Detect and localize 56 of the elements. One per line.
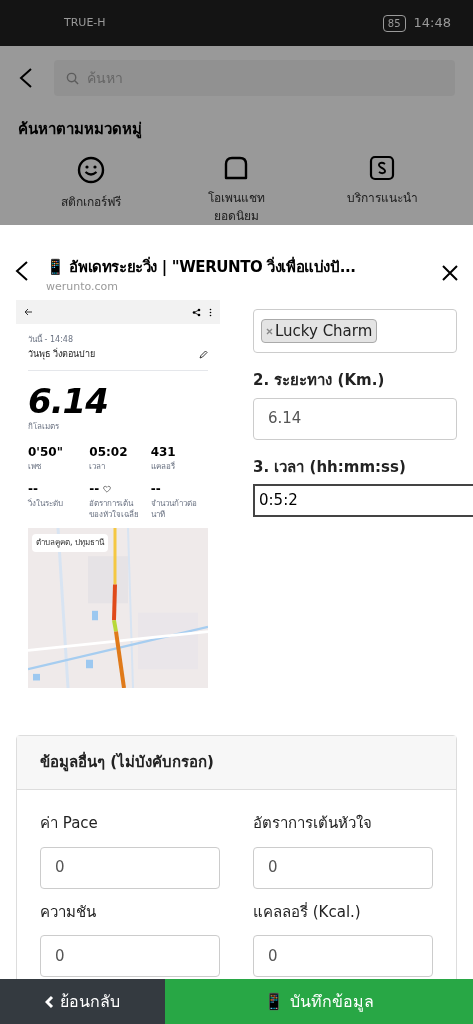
sheet-title: 📱 อัพเดทระยะวิ่ง | "WERUNTO วิ่งเพื่อแบ่งปั... — [46, 256, 357, 278]
text-field[interactable]: 0 — [40, 935, 220, 977]
category-label[interactable]: โอเพนแชท ยอดนิยม — [208, 188, 265, 225]
stat-value: 0'50" — [28, 443, 63, 461]
field-label: ค่า Pace — [40, 813, 99, 834]
text-field[interactable]: 0 — [253, 935, 433, 977]
battery-level: 85 — [382, 14, 406, 32]
back-button[interactable]: ย้อนกลับ — [0, 979, 165, 1024]
stat-value: 431 — [150, 443, 176, 461]
carrier-name: TRUE-H — [64, 14, 106, 31]
section-title: ค้นหาตามหมวดหมู่ — [18, 119, 143, 141]
run-date: วันนี้ - 14:48 — [28, 334, 75, 346]
stat-label: เวลา — [89, 460, 107, 472]
field-label: 2. ระยะทาง (Km.) — [253, 370, 386, 391]
stat-value: 05:02 — [89, 443, 128, 461]
clock: 14:48 — [413, 14, 451, 33]
text-field[interactable]: 0 — [253, 846, 433, 889]
stat-value: -- — [150, 480, 161, 498]
field-label: แคลลอรี่ (Kcal.) — [253, 901, 362, 923]
remove-icon[interactable] — [266, 327, 273, 335]
chat-bubble-icon — [223, 154, 250, 181]
text-field[interactable]: 6.14 — [253, 397, 457, 440]
back-icon[interactable] — [14, 260, 30, 282]
stat-label: อัตราการเต้นของหัวใจเฉลี่ย — [89, 497, 141, 520]
pencil-icon — [199, 350, 208, 360]
tag-chip[interactable]: Lucky Charm — [261, 318, 378, 344]
category-label[interactable]: บริการแนะนำ — [346, 188, 418, 207]
run-distance: 6.14 — [28, 380, 109, 421]
save-button[interactable]: 📱 บันทึกข้อมูล — [165, 979, 473, 1024]
text-field[interactable]: 0 — [40, 846, 220, 889]
search-icon — [66, 71, 79, 85]
back-icon[interactable] — [18, 67, 34, 89]
category-label[interactable]: สติกเกอร์ฟรี — [60, 192, 121, 211]
field-label: ความชัน — [40, 901, 97, 923]
card-title: ข้อมูลอื่นๆ (ไม่บังคับกรอก) — [40, 751, 214, 774]
share-icon — [192, 307, 201, 317]
heart-icon — [103, 484, 112, 493]
stat-value: -- — [89, 480, 100, 498]
stat-label: วิ่งในระดับ — [28, 497, 64, 509]
stat-label: แคลอรี่ — [150, 460, 176, 472]
distance-unit: กิโลเมตร — [28, 420, 60, 433]
chevron-left-icon — [45, 994, 54, 1009]
stat-label: จำนวนก้าวต่อนาที — [150, 497, 198, 520]
field-label: 3. เวลา (hh:mm:ss) — [253, 456, 407, 478]
smiley-icon — [75, 154, 106, 185]
stat-value: -- — [28, 480, 38, 498]
close-icon[interactable] — [441, 264, 459, 282]
field-label: อัตราการเต้นหัวใจ — [253, 813, 373, 834]
more-icon — [209, 307, 212, 317]
tag-field[interactable]: Lucky Charm — [253, 309, 457, 353]
stat-label: เพซ — [28, 460, 42, 472]
run-name: วันพุธ วิ่งตอนบ่าย — [28, 348, 95, 362]
text-field[interactable]: 0:5:2 — [253, 484, 473, 517]
arrow-left-icon — [24, 308, 33, 316]
service-icon — [369, 154, 396, 181]
site-domain: werunto.com — [46, 278, 120, 295]
